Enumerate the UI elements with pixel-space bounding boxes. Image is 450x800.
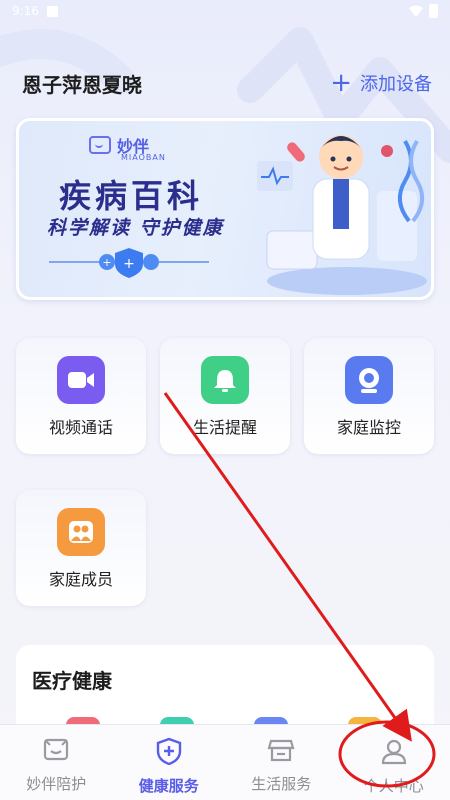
add-device-button[interactable]: + 添加设备: [330, 70, 432, 96]
wifi-icon: [409, 5, 423, 17]
service-life-reminder[interactable]: 生活提醒: [160, 338, 290, 454]
notification-icon: [46, 5, 58, 17]
service-home-monitor[interactable]: 家庭监控: [304, 338, 434, 454]
tab-health-service[interactable]: 健康服务: [113, 725, 226, 800]
service-label: 视频通话: [48, 418, 113, 437]
bottom-tab-bar: 妙伴陪护 健康服务 生活服务 个人中心: [0, 724, 450, 800]
service-video-call[interactable]: 视频通话: [16, 338, 146, 454]
banner-slogan: 科学解读 守护健康: [47, 217, 224, 239]
miaoban-logo-icon: [89, 136, 111, 154]
shield-icon: + +: [49, 248, 209, 278]
status-time: 9:16: [12, 4, 39, 18]
svg-text:+: +: [123, 256, 135, 272]
service-label: 家庭成员: [48, 570, 113, 589]
tab-label: 生活服务: [251, 775, 312, 793]
store-icon: [267, 739, 295, 762]
disease-encyclopedia-banner[interactable]: 妙伴 MIAOBAN 疾病百科 科学解读 守护健康 + +: [16, 118, 434, 300]
tab-personal-center[interactable]: 个人中心: [338, 725, 450, 800]
add-device-label: 添加设备: [360, 74, 432, 95]
section-title: 医疗健康: [32, 669, 112, 693]
banner-title: 疾病百科: [59, 177, 204, 215]
user-name: 恩子萍恩夏晓: [22, 72, 142, 97]
service-family-members[interactable]: 家庭成员: [16, 490, 146, 606]
brand-logo: 妙伴 MIAOBAN: [89, 133, 165, 162]
shield-plus-icon: [156, 737, 181, 765]
tab-companion[interactable]: 妙伴陪护: [0, 725, 113, 800]
tab-label: 个人中心: [363, 777, 424, 795]
tab-label: 妙伴陪护: [26, 775, 87, 793]
battery-icon: [429, 4, 438, 18]
service-label: 生活提醒: [192, 418, 257, 437]
bell-icon: [201, 356, 249, 404]
header: 恩子萍恩夏晓 + 添加设备: [22, 66, 432, 100]
video-camera-icon: [57, 356, 105, 404]
webcam-icon: [345, 356, 393, 404]
tab-label: 健康服务: [138, 777, 199, 795]
person-icon: [381, 739, 406, 765]
plus-icon: +: [330, 68, 352, 98]
companion-icon: [44, 738, 69, 761]
service-label: 家庭监控: [336, 418, 401, 437]
tab-life-service[interactable]: 生活服务: [225, 725, 338, 800]
doctor-illustration: [257, 135, 427, 295]
svg-text:+: +: [102, 256, 111, 269]
family-icon: [57, 508, 105, 556]
status-bar: 9:16: [0, 0, 450, 22]
